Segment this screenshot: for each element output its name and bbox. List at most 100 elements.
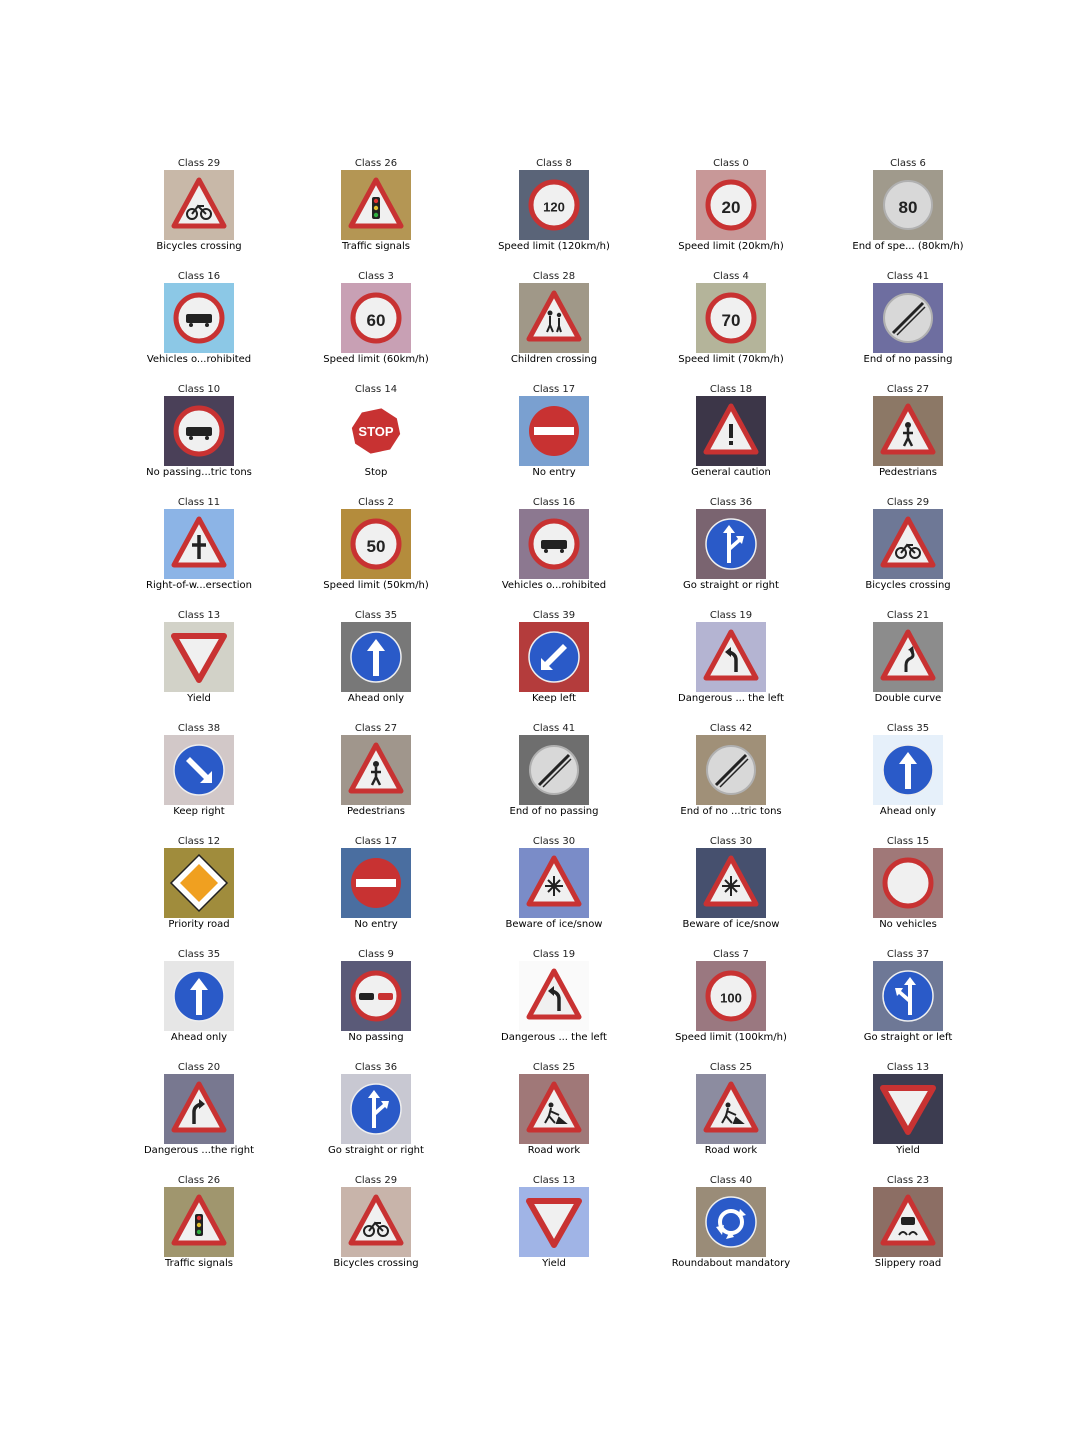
traffic-sign-image: 20: [696, 170, 766, 240]
traffic-sign-image: [519, 735, 589, 805]
class-id-label: Class 41: [886, 271, 930, 282]
class-id-label: Class 37: [886, 949, 930, 960]
sign-name-label: Right-of-w...ersection: [146, 580, 252, 591]
svg-text:STOP: STOP: [358, 424, 393, 439]
sign-name-label: Yield: [896, 1145, 920, 1156]
class-id-label: Class 14: [354, 384, 398, 395]
sign-name-label: Go straight or left: [863, 1032, 953, 1043]
traffic-sign-image: [164, 170, 234, 240]
sign-name-label: End of no ...tric tons: [680, 806, 782, 817]
sign-sample-cell: Class 28 Children crossing: [484, 271, 624, 371]
sign-name-label: Ahead only: [347, 693, 405, 704]
sign-sample-cell: Class 26 Traffic signals: [129, 1175, 269, 1275]
traffic-sign-image: [164, 283, 234, 353]
traffic-sign-image: [164, 622, 234, 692]
sign-name-label: End of spe... (80km/h): [852, 241, 964, 252]
sign-sample-cell: Class 29 Bicycles crossing: [838, 497, 978, 597]
sign-name-label: Slippery road: [874, 1258, 942, 1269]
sign-sample-cell: Class 30 Beware of ice/snow: [661, 836, 801, 936]
traffic-sign-image: [873, 848, 943, 918]
traffic-sign-image: [519, 622, 589, 692]
class-id-label: Class 35: [177, 949, 221, 960]
svg-text:50: 50: [367, 537, 386, 556]
class-id-label: Class 20: [177, 1062, 221, 1073]
sign-name-label: Road work: [527, 1145, 581, 1156]
class-id-label: Class 41: [532, 723, 576, 734]
sign-sample-cell: Class 25 Road work: [484, 1062, 624, 1162]
sign-name-label: Road work: [704, 1145, 758, 1156]
sign-sample-cell: Class 3 60 Speed limit (60km/h): [306, 271, 446, 371]
traffic-sign-image: [164, 509, 234, 579]
class-id-label: Class 26: [177, 1175, 221, 1186]
class-id-label: Class 10: [177, 384, 221, 395]
sign-name-label: General caution: [691, 467, 771, 478]
traffic-sign-image: [341, 1074, 411, 1144]
traffic-sign-image: 80: [873, 170, 943, 240]
class-id-label: Class 4: [713, 271, 749, 282]
traffic-sign-image: [519, 1187, 589, 1257]
sign-sample-cell: Class 12 Priority road: [129, 836, 269, 936]
class-id-label: Class 36: [709, 497, 753, 508]
class-id-label: Class 27: [354, 723, 398, 734]
traffic-sign-image: [519, 283, 589, 353]
sign-sample-cell: Class 35 Ahead only: [838, 723, 978, 823]
traffic-sign-image: 70: [696, 283, 766, 353]
sign-sample-cell: Class 14 STOP Stop: [306, 384, 446, 484]
sign-name-label: End of no passing: [863, 354, 953, 365]
traffic-sign-image: [519, 848, 589, 918]
sign-sample-cell: Class 0 20 Speed limit (20km/h): [661, 158, 801, 258]
traffic-sign-image: 120: [519, 170, 589, 240]
sign-name-label: Speed limit (60km/h): [323, 354, 429, 365]
class-id-label: Class 29: [354, 1175, 398, 1186]
traffic-sign-image: [873, 622, 943, 692]
sign-name-label: Dangerous ... the left: [501, 1032, 607, 1043]
sign-sample-cell: Class 27 Pedestrians: [838, 384, 978, 484]
class-id-label: Class 40: [709, 1175, 753, 1186]
class-id-label: Class 6: [890, 158, 926, 169]
class-id-label: Class 42: [709, 723, 753, 734]
traffic-sign-image: [164, 848, 234, 918]
sign-sample-cell: Class 21 Double curve: [838, 610, 978, 710]
sign-sample-cell: Class 15 No vehicles: [838, 836, 978, 936]
class-id-label: Class 29: [177, 158, 221, 169]
sign-sample-cell: Class 27 Pedestrians: [306, 723, 446, 823]
sign-name-label: No entry: [354, 919, 398, 930]
sign-sample-cell: Class 41 End of no passing: [838, 271, 978, 371]
class-id-label: Class 16: [532, 497, 576, 508]
sign-sample-cell: Class 40 Roundabout mandatory: [661, 1175, 801, 1275]
class-id-label: Class 25: [709, 1062, 753, 1073]
traffic-sign-image: [696, 848, 766, 918]
sign-name-label: Vehicles o...rohibited: [501, 580, 607, 591]
class-id-label: Class 8: [536, 158, 572, 169]
sign-name-label: Speed limit (50km/h): [323, 580, 429, 591]
sign-name-label: No entry: [532, 467, 576, 478]
sign-name-label: Pedestrians: [346, 806, 406, 817]
class-id-label: Class 35: [354, 610, 398, 621]
sign-name-label: Ahead only: [170, 1032, 228, 1043]
traffic-sign-image: [341, 848, 411, 918]
traffic-sign-image: [164, 1074, 234, 1144]
sign-sample-cell: Class 18 General caution: [661, 384, 801, 484]
sign-sample-cell: Class 26 Traffic signals: [306, 158, 446, 258]
svg-text:120: 120: [543, 200, 565, 215]
sign-name-label: Speed limit (20km/h): [678, 241, 784, 252]
class-id-label: Class 19: [532, 949, 576, 960]
traffic-sign-image: [873, 509, 943, 579]
sign-sample-cell: Class 11 Right-of-w...ersection: [129, 497, 269, 597]
traffic-sign-image: [696, 1187, 766, 1257]
traffic-sign-image: [873, 961, 943, 1031]
sign-sample-cell: Class 17 No entry: [306, 836, 446, 936]
traffic-sign-image: 60: [341, 283, 411, 353]
traffic-sign-image: [873, 1074, 943, 1144]
sign-name-label: Keep left: [531, 693, 577, 704]
sign-sample-grid: Class 29 Bicycles crossing Class 26 Traff…: [0, 0, 1080, 1440]
sign-name-label: Yield: [542, 1258, 566, 1269]
sign-sample-cell: Class 6 80 End of spe... (80km/h): [838, 158, 978, 258]
sign-sample-cell: Class 36 Go straight or right: [306, 1062, 446, 1162]
sign-name-label: Dangerous ...the right: [143, 1145, 255, 1156]
class-id-label: Class 38: [177, 723, 221, 734]
sign-sample-cell: Class 37 Go straight or left: [838, 949, 978, 1049]
sign-sample-cell: Class 4 70 Speed limit (70km/h): [661, 271, 801, 371]
sign-sample-cell: Class 41 End of no passing: [484, 723, 624, 823]
class-id-label: Class 13: [177, 610, 221, 621]
